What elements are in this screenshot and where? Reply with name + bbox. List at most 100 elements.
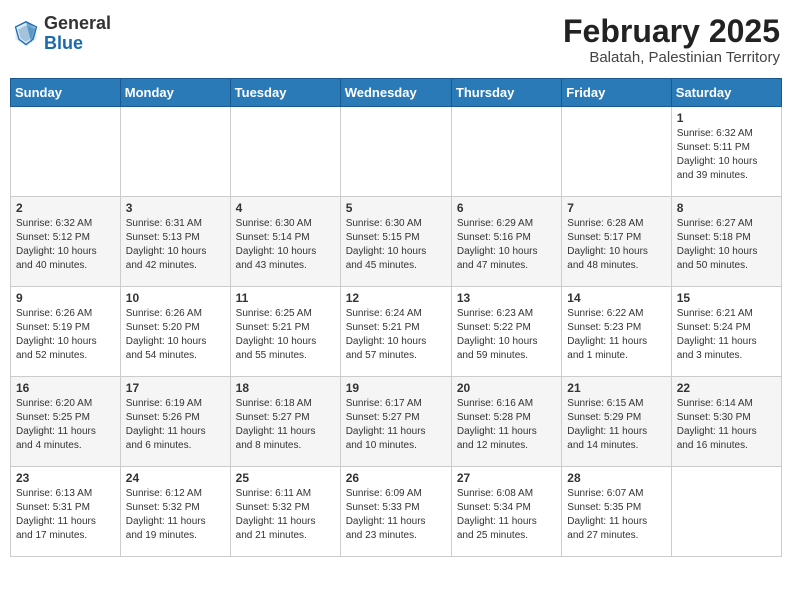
calendar-day-cell — [11, 107, 121, 197]
day-number: 21 — [567, 381, 665, 395]
calendar-week-row: 23 Sunrise: 6:13 AM Sunset: 5:31 PM Dayli… — [11, 467, 782, 557]
day-sun-info: Sunrise: 6:20 AM Sunset: 5:25 PM Dayligh… — [16, 397, 115, 453]
day-sun-info: Sunrise: 6:25 AM Sunset: 5:21 PM Dayligh… — [236, 307, 335, 363]
calendar-day-cell — [230, 107, 340, 197]
day-sun-info: Sunrise: 6:17 AM Sunset: 5:27 PM Dayligh… — [346, 397, 446, 453]
calendar-day-cell: 4Sunrise: 6:30 AM Sunset: 5:14 PM Daylig… — [230, 197, 340, 287]
day-sun-info: Sunrise: 6:22 AM Sunset: 5:23 PM Dayligh… — [567, 307, 665, 363]
day-of-week-header: Tuesday — [230, 79, 340, 107]
calendar-day-cell: 23 Sunrise: 6:13 AM Sunset: 5:31 PM Dayli… — [11, 467, 121, 557]
day-sun-info: Sunrise: 6:19 AM Sunset: 5:26 PM Dayligh… — [126, 397, 225, 453]
day-number: 25 — [236, 471, 335, 485]
calendar-day-cell: 12Sunrise: 6:24 AM Sunset: 5:21 PM Dayli… — [340, 287, 451, 377]
day-number: 13 — [457, 291, 556, 305]
calendar-week-row: 9 Sunrise: 6:26 AM Sunset: 5:19 PM Daylig… — [11, 287, 782, 377]
day-sun-info: Sunrise: 6:28 AM Sunset: 5:17 PM Dayligh… — [567, 217, 665, 273]
day-number: 16 — [16, 381, 115, 395]
day-sun-info: Sunrise: 6:07 AM Sunset: 5:35 PM Dayligh… — [567, 487, 665, 543]
day-number: 6 — [457, 201, 556, 215]
day-sun-info: Sunrise: 6:18 AM Sunset: 5:27 PM Dayligh… — [236, 397, 335, 453]
calendar-table: SundayMondayTuesdayWednesdayThursdayFrid… — [10, 78, 782, 557]
calendar-week-row: 16 Sunrise: 6:20 AM Sunset: 5:25 PM Dayli… — [11, 377, 782, 467]
day-number: 23 — [16, 471, 115, 485]
day-sun-info: Sunrise: 6:26 AM Sunset: 5:19 PM Dayligh… — [16, 307, 115, 363]
calendar-day-cell: 6Sunrise: 6:29 AM Sunset: 5:16 PM Daylig… — [451, 197, 561, 287]
day-sun-info: Sunrise: 6:15 AM Sunset: 5:29 PM Dayligh… — [567, 397, 665, 453]
day-of-week-header: Friday — [562, 79, 671, 107]
calendar-day-cell — [120, 107, 230, 197]
day-number: 7 — [567, 201, 665, 215]
day-number: 15 — [677, 291, 776, 305]
month-year-title: February 2025 — [563, 14, 780, 49]
page-header: General Blue February 2025 Balatah, Pale… — [10, 10, 782, 70]
calendar-day-cell: 26 Sunrise: 6:09 AM Sunset: 5:33 PM Dayli… — [340, 467, 451, 557]
day-sun-info: Sunrise: 6:21 AM Sunset: 5:24 PM Dayligh… — [677, 307, 776, 363]
day-number: 20 — [457, 381, 556, 395]
day-sun-info: Sunrise: 6:09 AM Sunset: 5:33 PM Dayligh… — [346, 487, 446, 543]
logo-blue: Blue — [44, 34, 111, 54]
day-number: 18 — [236, 381, 335, 395]
calendar-day-cell: 5 Sunrise: 6:30 AM Sunset: 5:15 PM Daylig… — [340, 197, 451, 287]
calendar-day-cell: 21 Sunrise: 6:15 AM Sunset: 5:29 PM Dayli… — [562, 377, 671, 467]
day-sun-info: Sunrise: 6:27 AM Sunset: 5:18 PM Dayligh… — [677, 217, 776, 273]
calendar-day-cell: 19 Sunrise: 6:17 AM Sunset: 5:27 PM Dayli… — [340, 377, 451, 467]
day-sun-info: Sunrise: 6:14 AM Sunset: 5:30 PM Dayligh… — [677, 397, 776, 453]
day-sun-info: Sunrise: 6:12 AM Sunset: 5:32 PM Dayligh… — [126, 487, 225, 543]
day-number: 2 — [16, 201, 115, 215]
day-number: 10 — [126, 291, 225, 305]
calendar-day-cell: 11 Sunrise: 6:25 AM Sunset: 5:21 PM Dayli… — [230, 287, 340, 377]
calendar-day-cell: 20 Sunrise: 6:16 AM Sunset: 5:28 PM Dayli… — [451, 377, 561, 467]
day-sun-info: Sunrise: 6:31 AM Sunset: 5:13 PM Dayligh… — [126, 217, 225, 273]
day-number: 28 — [567, 471, 665, 485]
day-number: 24 — [126, 471, 225, 485]
calendar-day-cell — [562, 107, 671, 197]
day-number: 27 — [457, 471, 556, 485]
day-number: 19 — [346, 381, 446, 395]
calendar-day-cell: 27 Sunrise: 6:08 AM Sunset: 5:34 PM Dayli… — [451, 467, 561, 557]
calendar-day-cell: 1Sunrise: 6:32 AM Sunset: 5:11 PM Daylig… — [671, 107, 781, 197]
calendar-day-cell: 10 Sunrise: 6:26 AM Sunset: 5:20 PM Dayli… — [120, 287, 230, 377]
day-of-week-header: Thursday — [451, 79, 561, 107]
day-of-week-header: Monday — [120, 79, 230, 107]
day-of-week-header: Sunday — [11, 79, 121, 107]
calendar-day-cell: 17 Sunrise: 6:19 AM Sunset: 5:26 PM Dayli… — [120, 377, 230, 467]
day-of-week-header: Saturday — [671, 79, 781, 107]
day-number: 26 — [346, 471, 446, 485]
day-sun-info: Sunrise: 6:11 AM Sunset: 5:32 PM Dayligh… — [236, 487, 335, 543]
calendar-day-cell: 7 Sunrise: 6:28 AM Sunset: 5:17 PM Daylig… — [562, 197, 671, 287]
day-sun-info: Sunrise: 6:13 AM Sunset: 5:31 PM Dayligh… — [16, 487, 115, 543]
day-number: 22 — [677, 381, 776, 395]
day-sun-info: Sunrise: 6:26 AM Sunset: 5:20 PM Dayligh… — [126, 307, 225, 363]
calendar-day-cell: 2 Sunrise: 6:32 AM Sunset: 5:12 PM Daylig… — [11, 197, 121, 287]
logo-general: General — [44, 14, 111, 34]
calendar-day-cell: 25 Sunrise: 6:11 AM Sunset: 5:32 PM Dayli… — [230, 467, 340, 557]
day-number: 3 — [126, 201, 225, 215]
calendar-day-cell: 15 Sunrise: 6:21 AM Sunset: 5:24 PM Dayli… — [671, 287, 781, 377]
calendar-day-cell: 28 Sunrise: 6:07 AM Sunset: 5:35 PM Dayli… — [562, 467, 671, 557]
location-subtitle: Balatah, Palestinian Territory — [563, 49, 780, 66]
logo: General Blue — [12, 14, 111, 54]
calendar-day-cell: 3 Sunrise: 6:31 AM Sunset: 5:13 PM Daylig… — [120, 197, 230, 287]
title-block: February 2025 Balatah, Palestinian Terri… — [563, 14, 780, 66]
calendar-day-cell — [451, 107, 561, 197]
logo-text: General Blue — [44, 14, 111, 54]
day-number: 5 — [346, 201, 446, 215]
day-number: 17 — [126, 381, 225, 395]
day-of-week-header: Wednesday — [340, 79, 451, 107]
calendar-day-cell: 8Sunrise: 6:27 AM Sunset: 5:18 PM Daylig… — [671, 197, 781, 287]
day-number: 9 — [16, 291, 115, 305]
calendar-day-cell: 9 Sunrise: 6:26 AM Sunset: 5:19 PM Daylig… — [11, 287, 121, 377]
day-sun-info: Sunrise: 6:08 AM Sunset: 5:34 PM Dayligh… — [457, 487, 556, 543]
day-sun-info: Sunrise: 6:16 AM Sunset: 5:28 PM Dayligh… — [457, 397, 556, 453]
calendar-day-cell: 24 Sunrise: 6:12 AM Sunset: 5:32 PM Dayli… — [120, 467, 230, 557]
day-number: 11 — [236, 291, 335, 305]
day-sun-info: Sunrise: 6:32 AM Sunset: 5:12 PM Dayligh… — [16, 217, 115, 273]
day-number: 12 — [346, 291, 446, 305]
calendar-day-cell: 13Sunrise: 6:23 AM Sunset: 5:22 PM Dayli… — [451, 287, 561, 377]
calendar-day-cell — [340, 107, 451, 197]
calendar-day-cell: 18 Sunrise: 6:18 AM Sunset: 5:27 PM Dayli… — [230, 377, 340, 467]
calendar-day-cell: 16 Sunrise: 6:20 AM Sunset: 5:25 PM Dayli… — [11, 377, 121, 467]
calendar-day-cell — [671, 467, 781, 557]
calendar-week-row: 2 Sunrise: 6:32 AM Sunset: 5:12 PM Daylig… — [11, 197, 782, 287]
day-sun-info: Sunrise: 6:30 AM Sunset: 5:15 PM Dayligh… — [346, 217, 446, 273]
